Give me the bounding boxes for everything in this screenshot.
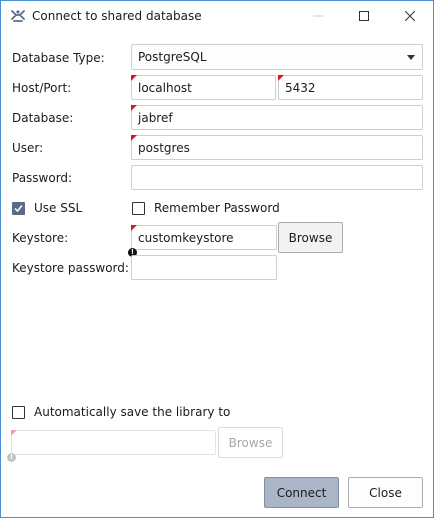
minimize-icon[interactable] <box>295 1 341 31</box>
keystore-value: customkeystore <box>138 230 234 245</box>
keystore-password-input[interactable] <box>131 255 277 280</box>
autosave-browse-button[interactable]: Browse <box>218 427 283 458</box>
use-ssl-label[interactable]: Use SSL <box>34 201 82 215</box>
host-value: localhost <box>138 80 192 95</box>
user-value: postgres <box>138 140 190 155</box>
autosave-path-input[interactable] <box>11 430 216 455</box>
database-type-select[interactable]: PostgreSQL <box>131 44 423 70</box>
host-port-label: Host/Port: <box>12 81 72 95</box>
use-ssl-checkbox[interactable] <box>12 202 25 215</box>
user-label: User: <box>12 141 44 155</box>
title-bar[interactable]: Connect to shared database <box>1 1 433 31</box>
window-title: Connect to shared database <box>32 9 202 23</box>
port-value: 5432 <box>285 80 316 95</box>
keystore-input[interactable]: customkeystore <box>131 225 277 250</box>
port-input[interactable]: 5432 <box>278 75 423 100</box>
autosave-checkbox[interactable] <box>12 406 25 419</box>
connect-button[interactable]: Connect <box>264 477 339 508</box>
connect-dialog: Connect to shared database Database Type… <box>0 0 434 518</box>
user-input[interactable]: postgres <box>131 135 423 160</box>
database-type-value: PostgreSQL <box>138 50 207 64</box>
chevron-down-icon <box>407 55 415 60</box>
autosave-label[interactable]: Automatically save the library to <box>34 405 230 419</box>
database-type-label: Database Type: <box>12 51 105 65</box>
remember-password-label[interactable]: Remember Password <box>154 201 280 215</box>
password-input[interactable] <box>131 165 423 190</box>
database-input[interactable]: jabref <box>131 105 423 130</box>
checkmark-icon <box>14 205 23 213</box>
maximize-icon[interactable] <box>341 1 387 31</box>
remember-password-checkbox[interactable] <box>132 202 145 215</box>
close-icon[interactable] <box>387 1 433 31</box>
keystore-password-label: Keystore password: <box>12 261 129 275</box>
keystore-label: Keystore: <box>12 231 69 245</box>
database-value: jabref <box>138 110 173 125</box>
warning-icon: ! <box>7 453 16 462</box>
jabref-icon <box>10 8 26 24</box>
host-input[interactable]: localhost <box>131 75 276 100</box>
close-button[interactable]: Close <box>348 477 423 508</box>
password-label: Password: <box>12 171 73 185</box>
keystore-browse-button[interactable]: Browse <box>278 222 343 253</box>
database-label: Database: <box>12 111 74 125</box>
